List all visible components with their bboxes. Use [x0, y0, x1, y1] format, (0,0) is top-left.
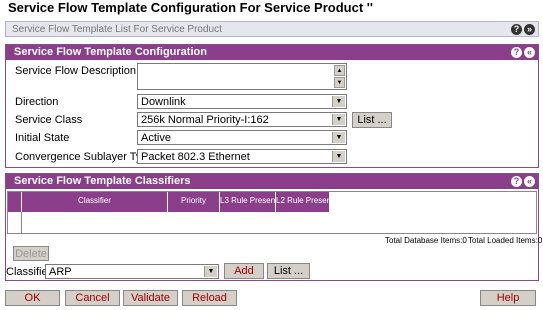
chevron-down-icon[interactable]: ▼	[332, 132, 345, 143]
total-database-items: Total Database Items:0	[385, 236, 467, 245]
help-icon[interactable]: ?	[511, 47, 522, 58]
column-header-l3-rule[interactable]: L3 Rule Present	[220, 192, 276, 212]
column-header-priority[interactable]: Priority	[168, 192, 220, 212]
classifiers-panel-header: Service Flow Template Classifiers ? «	[6, 174, 538, 189]
column-header-classifier[interactable]: Classifier	[22, 192, 168, 212]
chevron-down-icon[interactable]: ▼	[204, 266, 217, 277]
service-class-select[interactable]: 256k Normal Priority-I:162 ▼	[137, 112, 347, 127]
description-label: Service Flow Description	[15, 65, 137, 77]
add-button[interactable]: Add	[224, 263, 264, 279]
initial-state-select[interactable]: Active ▼	[137, 130, 347, 145]
reload-button[interactable]: Reload	[182, 290, 237, 306]
classifiers-grid: Classifier Priority L3 Rule Present L2 R…	[7, 191, 537, 234]
page-title: Service Flow Template Configuration For …	[8, 0, 373, 15]
total-loaded-items: Total Loaded Items:0	[468, 236, 543, 245]
configuration-panel-header: Service Flow Template Configuration ? «	[6, 45, 538, 60]
classifier-select[interactable]: ARP ▼	[45, 264, 219, 279]
chevron-down-icon[interactable]: ▼	[332, 96, 345, 107]
classifiers-panel-title: Service Flow Template Classifiers	[14, 175, 191, 187]
collapse-icon[interactable]: «	[524, 47, 535, 58]
chevron-down-icon[interactable]: ▼	[332, 114, 345, 125]
cancel-button[interactable]: Cancel	[65, 290, 120, 306]
convergence-label: Convergence Sublayer Type	[15, 151, 154, 163]
ok-button[interactable]: OK	[5, 290, 60, 306]
column-header-l2-rule[interactable]: L2 Rule Present	[276, 192, 330, 212]
list-bar-label: Service Flow Template List For Service P…	[12, 24, 222, 35]
service-flow-template-list-bar[interactable]: Service Flow Template List For Service P…	[5, 21, 539, 37]
grid-row-selector	[8, 212, 22, 233]
configuration-panel-title: Service Flow Template Configuration	[14, 46, 207, 58]
classifier-list-button[interactable]: List ...	[267, 263, 310, 279]
expand-icon[interactable]: »	[524, 24, 535, 35]
direction-select[interactable]: Downlink ▼	[137, 94, 347, 109]
help-icon[interactable]: ?	[511, 24, 522, 35]
help-icon[interactable]: ?	[511, 176, 522, 187]
direction-label: Direction	[15, 96, 59, 108]
chevron-down-icon[interactable]: ▼	[332, 151, 345, 162]
scroll-down-icon[interactable]: ▼	[334, 77, 345, 88]
service-class-list-button[interactable]: List ...	[352, 112, 392, 128]
initial-state-label: Initial State	[15, 132, 70, 144]
description-textarea[interactable]: ▲ ▼	[137, 63, 347, 90]
service-class-label: Service Class	[15, 114, 83, 126]
collapse-icon[interactable]: «	[524, 176, 535, 187]
help-button[interactable]: Help	[480, 290, 536, 306]
validate-button[interactable]: Validate	[123, 290, 178, 306]
delete-button[interactable]: Delete	[13, 246, 49, 261]
scroll-up-icon[interactable]: ▲	[334, 65, 345, 76]
grid-row-selector-header	[8, 192, 22, 212]
convergence-select[interactable]: Packet 802.3 Ethernet ▼	[137, 149, 347, 164]
